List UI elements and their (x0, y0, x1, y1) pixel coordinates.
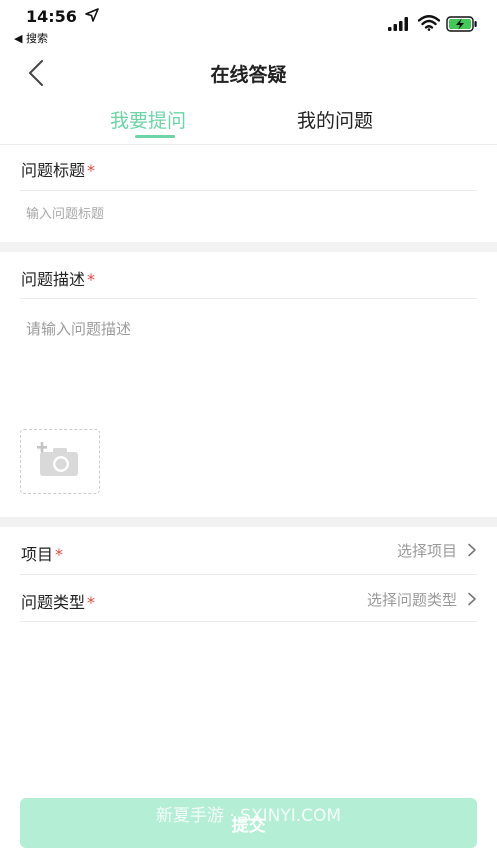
battery-charging-icon (446, 16, 477, 32)
required-mark: * (87, 593, 96, 612)
required-mark: * (87, 270, 96, 289)
add-photo-button[interactable] (20, 429, 100, 494)
question-title-label-text: 问题标题 (21, 161, 86, 180)
tab-ask-question[interactable]: 我要提问 (110, 106, 186, 133)
required-mark: * (55, 545, 64, 564)
signal-icon (388, 17, 408, 31)
status-bar: 14:56 ◀ 搜索 (0, 0, 497, 48)
project-select-value: 选择项目 (396, 542, 457, 560)
active-tab-indicator (135, 135, 175, 138)
divider (20, 190, 477, 191)
wifi-icon (418, 15, 440, 31)
question-title-label: 问题标题 * (21, 157, 95, 181)
question-type-select-value: 选择问题类型 (366, 591, 457, 609)
question-title-input[interactable] (20, 198, 466, 230)
section-gap (0, 517, 497, 527)
watermark: 新夏手游 · SXINYI.COM (155, 806, 342, 826)
nav-bar: 在线答疑 (0, 48, 497, 98)
question-type-label-text: 问题类型 (21, 593, 86, 612)
question-description-label: 问题描述 * (21, 266, 95, 290)
question-description-label-text: 问题描述 (21, 270, 86, 289)
question-type-label: 问题类型 * (21, 589, 95, 613)
tab-bar: 我要提问 我的问题 (0, 98, 497, 145)
chevron-right-icon (468, 543, 476, 557)
divider (20, 621, 477, 622)
tab-my-questions[interactable]: 我的问题 (297, 106, 373, 133)
status-time: 14:56 (26, 7, 77, 26)
section-gap (0, 242, 497, 252)
project-label: 项目 * (21, 541, 63, 565)
divider (20, 298, 477, 299)
page-title: 在线答疑 (210, 64, 287, 86)
question-type-select-row[interactable]: 问题类型 * 选择问题类型 (0, 576, 497, 622)
question-description-input[interactable] (20, 312, 482, 424)
divider (20, 574, 477, 575)
project-label-text: 项目 (21, 545, 54, 564)
chevron-right-icon (468, 592, 476, 606)
back-to-app-link[interactable]: ◀ 搜索 (14, 30, 48, 46)
add-photo-camera-icon (37, 442, 78, 476)
location-arrow-icon (85, 8, 99, 22)
project-select-row[interactable]: 项目 * 选择项目 (0, 527, 497, 573)
required-mark: * (87, 161, 96, 180)
